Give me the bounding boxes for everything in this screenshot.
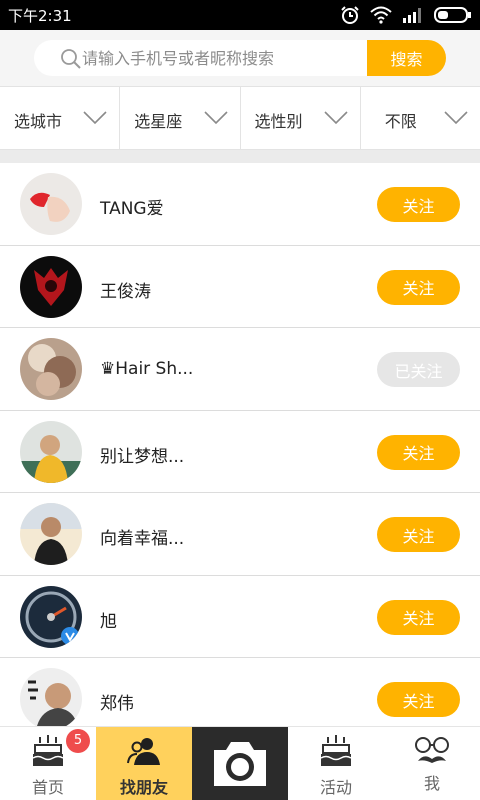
tab-home[interactable]: 5 首页	[0, 727, 96, 800]
list-item[interactable]: 郑伟 关注	[0, 658, 480, 726]
filter-label: 选星座	[134, 112, 183, 131]
list-item[interactable]: 向着幸福... 关注	[0, 493, 480, 576]
chevron-down-icon	[203, 111, 228, 125]
list-item[interactable]: 王俊涛 关注	[0, 246, 480, 328]
cake-icon	[32, 735, 64, 766]
search-box[interactable]	[34, 40, 374, 76]
avatar[interactable]	[20, 503, 82, 565]
mustache-glasses-icon	[415, 737, 449, 763]
list-item[interactable]: 别让梦想... 关注	[0, 411, 480, 493]
filter-city[interactable]: 选城市	[0, 87, 121, 149]
follow-button[interactable]: 关注	[377, 599, 460, 635]
status-icons	[340, 4, 472, 26]
status-time: 下午2:31	[8, 7, 72, 25]
battery-icon	[434, 7, 471, 23]
followed-button[interactable]: 已关注	[377, 352, 460, 387]
search-input[interactable]	[82, 40, 367, 76]
user-name: 郑伟	[100, 694, 134, 714]
chevron-down-icon	[83, 111, 107, 125]
follow-button[interactable]: 关注	[377, 434, 460, 470]
signal-icon	[403, 8, 421, 23]
status-bar: 下午2:31	[0, 0, 480, 30]
user-name: 向着幸福...	[100, 529, 185, 549]
filter-label: 选性别	[254, 112, 303, 131]
avatar[interactable]	[20, 338, 82, 400]
alarm-icon	[341, 6, 359, 24]
tab-label: 活动	[319, 778, 352, 797]
cake-icon	[320, 735, 352, 766]
follow-button[interactable]: 关注	[377, 682, 460, 717]
filter-label: 选城市	[14, 112, 63, 131]
search-button[interactable]: 搜索	[367, 40, 446, 76]
filter-unlimited[interactable]: 不限	[361, 87, 480, 149]
list-item[interactable]: ♛Hair Sh... 已关注	[0, 328, 480, 411]
list-item[interactable]: 旭 关注	[0, 576, 480, 658]
chevron-down-icon	[444, 111, 468, 125]
camera-icon	[214, 742, 266, 786]
avatar[interactable]	[20, 668, 82, 726]
list-item[interactable]: TANG爱 关注	[0, 163, 480, 246]
tab-find-friends[interactable]: 找朋友	[96, 727, 192, 800]
section-divider	[0, 150, 480, 163]
tab-camera[interactable]	[192, 727, 288, 800]
user-name: ♛Hair Sh...	[100, 359, 194, 379]
notification-badge: 5	[66, 729, 90, 753]
filter-bar: 选城市 选星座 选性别 不限	[0, 86, 480, 150]
tab-activity[interactable]: 活动	[288, 727, 384, 800]
avatar[interactable]	[20, 173, 82, 235]
follow-button[interactable]: 关注	[377, 187, 460, 222]
filter-constellation[interactable]: 选星座	[120, 87, 241, 149]
tab-me[interactable]: 我	[384, 727, 480, 800]
user-name: 王俊涛	[100, 281, 151, 302]
chevron-down-icon	[324, 111, 348, 125]
follow-button[interactable]: 关注	[377, 269, 460, 305]
user-name: 别让梦想...	[100, 446, 185, 467]
avatar[interactable]	[20, 255, 82, 318]
tab-label: 我	[423, 774, 440, 793]
friends-icon	[127, 738, 160, 765]
user-name: 旭	[100, 611, 117, 632]
user-name: TANG爱	[100, 199, 164, 219]
user-list: TANG爱 关注 王俊涛 关注 ♛Hair Sh... 已关注 别让梦想... …	[0, 163, 480, 726]
tab-label: 找朋友	[119, 778, 168, 797]
bottom-tab-bar: 5 首页 找朋友 活动 我	[0, 726, 480, 800]
filter-gender[interactable]: 选性别	[241, 87, 361, 149]
avatar[interactable]	[20, 420, 82, 483]
follow-button[interactable]: 关注	[377, 517, 460, 552]
avatar[interactable]	[20, 585, 82, 648]
wifi-icon	[370, 6, 392, 24]
tab-label: 首页	[31, 778, 64, 797]
filter-label: 不限	[384, 112, 417, 131]
search-bar: 搜索	[0, 30, 480, 86]
search-icon	[61, 49, 81, 69]
